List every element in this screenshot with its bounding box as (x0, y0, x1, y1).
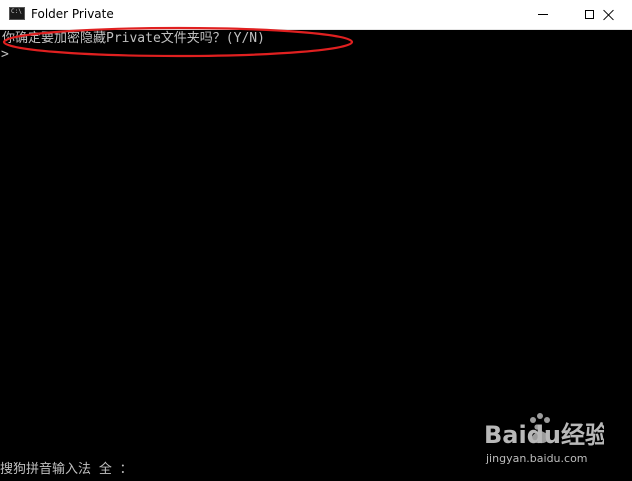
console-output[interactable]: 你确定要加密隐藏Private文件夹吗？(Y/N) > (0, 30, 632, 481)
window-title: Folder Private (31, 7, 114, 21)
minimize-icon (538, 14, 548, 15)
confirm-prompt: 你确定要加密隐藏Private文件夹吗？(Y/N) (2, 31, 265, 46)
title-bar[interactable]: C:\ Folder Private (0, 0, 632, 30)
console-icon: C:\ (9, 7, 25, 20)
minimize-button[interactable] (520, 0, 566, 29)
ime-status-bar: 搜狗拼音输入法 全 ： (0, 462, 133, 477)
console-icon-label: C:\ (11, 8, 22, 15)
watermark-url: jingyan.baidu.com (486, 452, 588, 465)
input-cursor: > (1, 47, 9, 62)
close-button[interactable] (586, 0, 632, 29)
close-icon (603, 9, 615, 21)
console-window: C:\ Folder Private 你确定要加密隐藏Private文件夹吗？(… (0, 0, 632, 481)
